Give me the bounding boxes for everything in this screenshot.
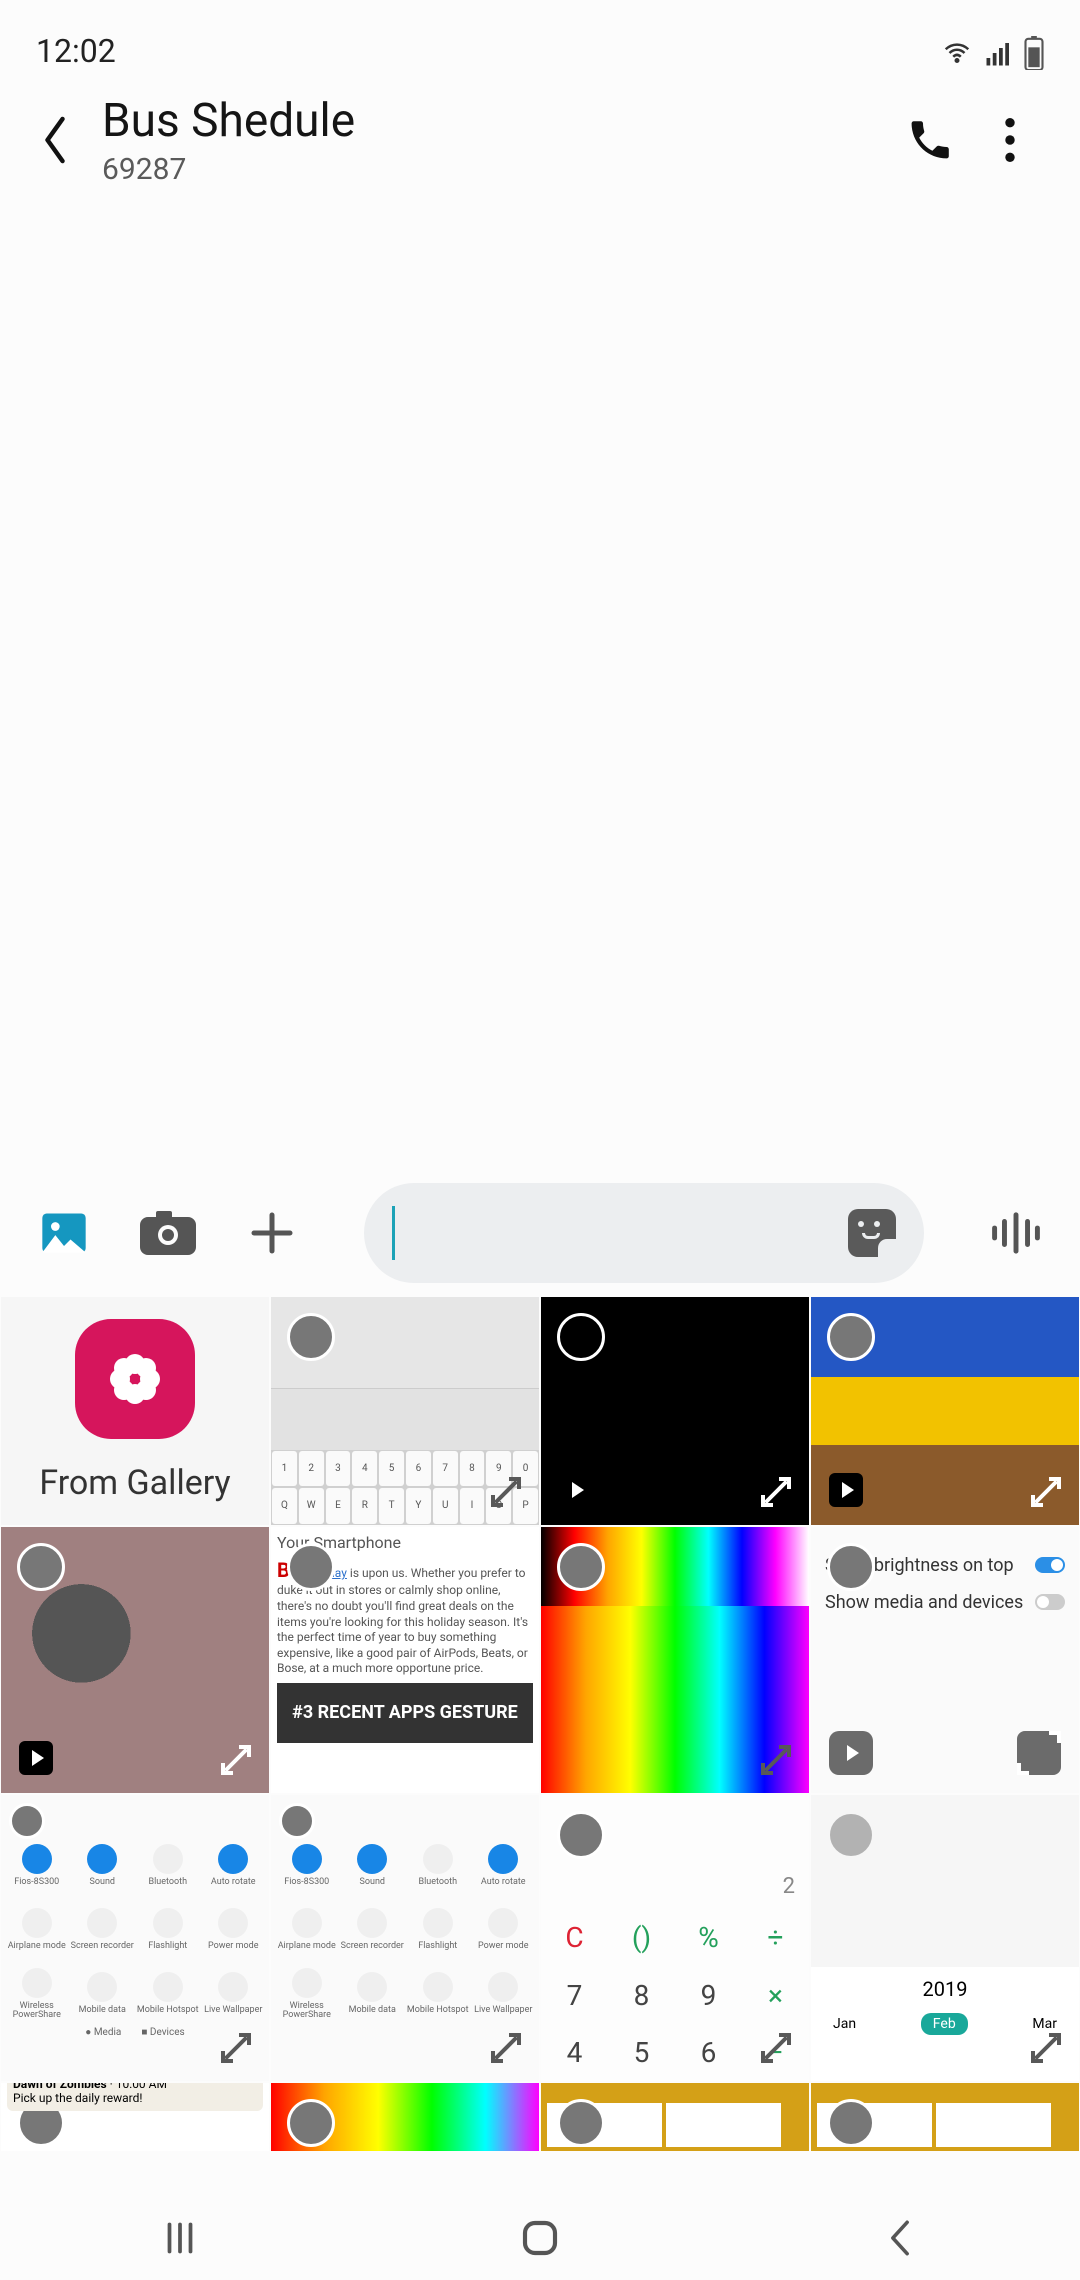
- contact-number: 69287: [102, 152, 890, 187]
- selection-circle[interactable]: [287, 2099, 335, 2147]
- from-gallery-label: From Gallery: [39, 1463, 230, 1503]
- attach-image-button[interactable]: [36, 1205, 92, 1261]
- selection-circle[interactable]: [287, 1313, 335, 1361]
- text-cursor: [392, 1206, 395, 1260]
- nav-back-button[interactable]: [878, 2216, 922, 2260]
- gallery-thumbnail[interactable]: [540, 1296, 810, 1526]
- expand-icon: [491, 1477, 521, 1507]
- add-attachment-button[interactable]: [244, 1205, 300, 1261]
- gallery-thumbnail[interactable]: [270, 2082, 540, 2152]
- expand-icon: [221, 2033, 251, 2063]
- expand-icon: [761, 2033, 791, 2063]
- selection-circle[interactable]: [557, 2099, 605, 2147]
- gallery-thumbnail[interactable]: Show brightness on top Show media and de…: [810, 1526, 1080, 1794]
- navigation-bar: [0, 2196, 1080, 2280]
- expand-icon: [761, 1477, 791, 1507]
- gallery-app-icon: [75, 1319, 195, 1439]
- status-icons: [940, 36, 1044, 70]
- play-icon: [829, 1473, 863, 1507]
- clock: 12:02: [36, 32, 116, 70]
- gallery-picker: From Gallery 1234567890 QWERTYUIOP Your …: [0, 1296, 1080, 2196]
- gallery-thumbnail[interactable]: Fios-8S300 Sound Bluetooth Auto rotate A…: [270, 1794, 540, 2083]
- recents-button[interactable]: [158, 2216, 202, 2260]
- composer-row: [0, 1170, 1080, 1296]
- expand-icon: [491, 1745, 521, 1775]
- gallery-thumbnail[interactable]: [540, 1526, 810, 1794]
- expand-icon: [1031, 1477, 1061, 1507]
- gallery-thumbnail[interactable]: 2019 Jan Feb Mar: [810, 1794, 1080, 2083]
- from-gallery-button[interactable]: From Gallery: [0, 1296, 270, 1526]
- message-thread[interactable]: [0, 200, 1080, 1170]
- wifi-icon: [940, 38, 974, 68]
- conversation-header: Bus Shedule 69287: [0, 80, 1080, 200]
- selection-circle[interactable]: [17, 1543, 65, 1591]
- home-button[interactable]: [518, 2216, 562, 2260]
- contact-info[interactable]: Bus Shedule 69287: [102, 94, 890, 187]
- gallery-thumbnail[interactable]: [540, 2082, 810, 2152]
- selection-circle[interactable]: [287, 1543, 335, 1591]
- gallery-thumbnail[interactable]: 1234567890 QWERTYUIOP: [270, 1296, 540, 1526]
- selection-circle[interactable]: [279, 1803, 315, 1839]
- gallery-thumbnail[interactable]: [0, 1526, 270, 1794]
- call-button[interactable]: [890, 100, 970, 180]
- camera-button[interactable]: [140, 1205, 196, 1261]
- more-options-button[interactable]: [970, 100, 1050, 180]
- gallery-thumbnail[interactable]: Dawn of Zombies · 10:00 AM Pick up the d…: [0, 2082, 270, 2152]
- status-bar: 12:02: [0, 0, 1080, 80]
- expand-icon: [1031, 2033, 1061, 2063]
- back-button[interactable]: [30, 115, 80, 165]
- selection-circle[interactable]: [827, 1543, 875, 1591]
- battery-icon: [1024, 36, 1044, 70]
- gallery-thumbnail[interactable]: Your Smartphone Black Friday is upon us.…: [270, 1526, 540, 1794]
- contact-name: Bus Shedule: [102, 94, 890, 148]
- play-icon: [19, 1741, 53, 1775]
- voice-record-button[interactable]: [988, 1205, 1044, 1261]
- selection-circle[interactable]: [827, 2099, 875, 2147]
- message-input[interactable]: [364, 1183, 924, 1283]
- selection-circle[interactable]: [557, 1543, 605, 1591]
- expand-icon: [1017, 1731, 1061, 1775]
- gallery-thumbnail[interactable]: [810, 2082, 1080, 2152]
- gallery-thumbnail[interactable]: Fios-8S300 Sound Bluetooth Auto rotate A…: [0, 1794, 270, 2083]
- play-icon: [829, 1731, 873, 1775]
- gallery-thumbnail[interactable]: 2 C()%÷ 789× 456−: [540, 1794, 810, 2083]
- signal-icon: [984, 38, 1014, 68]
- expand-icon: [221, 1745, 251, 1775]
- play-icon: [559, 1473, 593, 1507]
- expand-icon: [761, 1745, 791, 1775]
- selection-circle[interactable]: [557, 1313, 605, 1361]
- selection-circle[interactable]: [827, 1313, 875, 1361]
- expand-icon: [491, 2033, 521, 2063]
- gallery-thumbnail[interactable]: [810, 1296, 1080, 1526]
- sticker-button[interactable]: [848, 1209, 896, 1257]
- selection-circle[interactable]: [9, 1803, 45, 1839]
